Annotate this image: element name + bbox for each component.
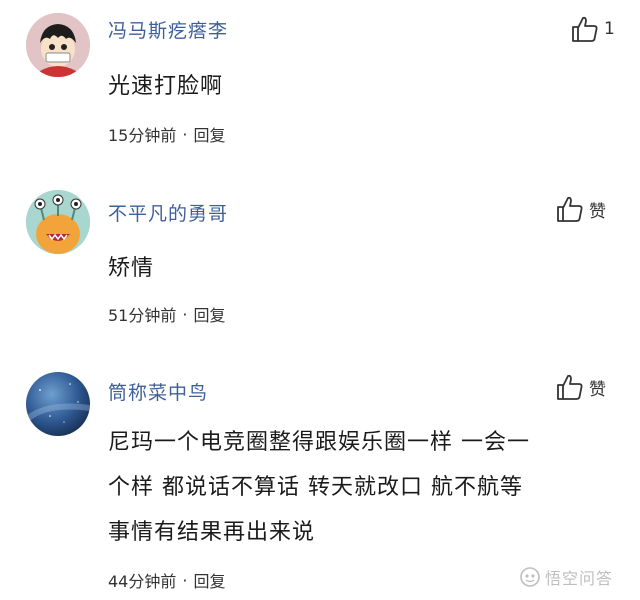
like-button[interactable]: 赞 [555,372,606,402]
separator-dot: · [182,570,188,590]
comment-meta: 44分钟前 · 回复 [108,568,225,592]
user-avatar[interactable] [26,372,90,436]
night-sky-avatar-icon [26,372,90,436]
thumbs-up-icon [557,374,583,400]
comment-item: 筒称菜中鸟 赞 尼玛一个电竞圈整得跟娱乐圈一样 一会一 个样 都说话不算话 转天… [0,0,640,600]
wukong-logo-icon [520,567,540,587]
comment-text-line: 尼玛一个电竞圈整得跟娱乐圈一样 一会一 [108,430,530,455]
watermark-text: 悟空问答 [545,569,614,588]
comment-text-line: 事情有结果再出来说 [108,520,316,545]
comment-time: 44分钟前 [108,572,177,591]
like-label: 赞 [589,379,606,400]
watermark: 悟空问答 [519,565,613,589]
reply-link[interactable]: 回复 [193,568,225,592]
comment-text-line: 个样 都说话不算话 转天就改口 航不航等 [108,475,523,500]
username[interactable]: 筒称菜中鸟 [108,378,208,405]
